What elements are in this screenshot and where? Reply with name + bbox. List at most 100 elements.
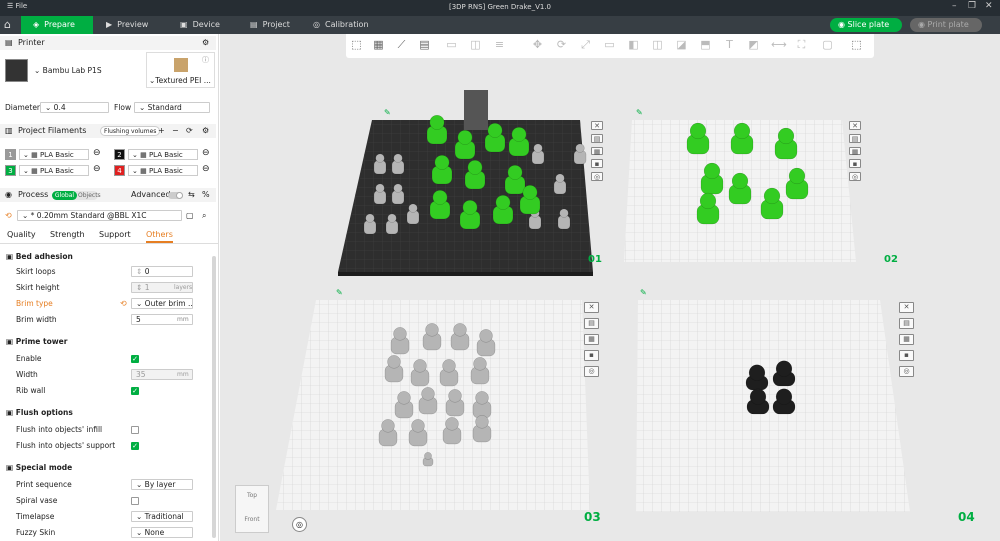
remove-filament-icon[interactable]: ⊖ xyxy=(93,148,101,158)
filament-select[interactable]: ⌄ ▦ PLA Basic xyxy=(19,149,89,160)
edit-plate-icon[interactable]: ✎ xyxy=(640,288,647,297)
flush-support-checkbox[interactable]: ✓ xyxy=(131,442,139,450)
plate-settings-icon[interactable]: ▤ xyxy=(899,318,914,329)
model-object[interactable] xyxy=(385,213,399,235)
tab-calibration[interactable]: ◎ Calibration xyxy=(313,16,369,34)
tab-project[interactable]: ▤ Project xyxy=(250,16,290,34)
prime-tower-enable-checkbox[interactable]: ✓ xyxy=(131,355,139,363)
close-plate-icon[interactable]: ✕ xyxy=(849,121,861,130)
model-object[interactable] xyxy=(426,114,448,145)
fuzzy-skin-select[interactable]: ⌄ None xyxy=(131,527,193,538)
close-plate-icon[interactable]: ✕ xyxy=(584,302,599,313)
arrange-icon[interactable]: ▦ xyxy=(849,146,861,156)
restore-icon[interactable]: ❐ xyxy=(968,1,976,11)
model-object[interactable] xyxy=(531,143,545,165)
model-object[interactable] xyxy=(373,183,387,205)
remove-filament-icon[interactable]: ⊖ xyxy=(93,164,101,174)
tab-others[interactable]: Others xyxy=(146,230,173,243)
filament-item[interactable]: 2 ⌄ ▦ PLA Basic ⊖ xyxy=(114,148,214,161)
lock-icon[interactable]: ▪ xyxy=(584,350,599,361)
view-cube[interactable]: Top Front xyxy=(235,485,269,533)
model-object[interactable] xyxy=(553,173,567,195)
edit-plate-icon[interactable]: ✎ xyxy=(336,288,343,297)
process-preset-select[interactable]: ⌄ * 0.20mm Standard @BBL X1C xyxy=(17,210,182,221)
rib-wall-checkbox[interactable]: ✓ xyxy=(131,387,139,395)
reset-icon[interactable]: ⟲ xyxy=(5,211,12,220)
model-object[interactable] xyxy=(373,153,387,175)
model-object[interactable] xyxy=(557,208,571,230)
tab-preview[interactable]: ▶ Preview xyxy=(106,16,148,34)
filament-item[interactable]: 4 ⌄ ▦ PLA Basic ⊖ xyxy=(114,164,214,177)
compare-icon[interactable]: % xyxy=(202,188,210,202)
plate-selector[interactable]: ⓘ ⌄Textured PEI ... xyxy=(146,52,215,88)
printer-name[interactable]: ⌄ Bambu Lab P1S xyxy=(34,66,102,76)
brim-type-select[interactable]: ⌄ Outer brim ... xyxy=(131,298,193,309)
filament-item[interactable]: 1 ⌄ ▦ PLA Basic ⊖ xyxy=(5,148,105,161)
flush-infill-checkbox[interactable] xyxy=(131,426,139,434)
save-icon[interactable]: ▢ xyxy=(186,211,194,220)
global-objects-toggle[interactable]: Global Objects xyxy=(52,191,101,200)
lock-icon[interactable]: ▪ xyxy=(591,159,603,168)
add-icon[interactable]: + xyxy=(158,124,165,138)
tab-support[interactable]: Support xyxy=(99,230,131,239)
model-object[interactable] xyxy=(406,203,420,225)
prime-tower[interactable] xyxy=(464,90,488,130)
3d-viewport[interactable]: ⬚ ▦ ⟋ ▤ ▭ ◫ ≡ ✥ ⟳ ⤢ ▭ ◧ ◫ ◪ ⬒ T ◩ ⟷ ⛶ ▢ … xyxy=(220,34,1000,541)
remove-filament-icon[interactable]: ⊖ xyxy=(202,148,210,158)
orient-icon[interactable]: ◎ xyxy=(849,172,861,181)
filament-select[interactable]: ⌄ ▦ PLA Basic xyxy=(128,149,198,160)
timelapse-select[interactable]: ⌄ Traditional xyxy=(131,511,193,522)
copy-icon[interactable]: ⇆ xyxy=(188,188,195,202)
model-object[interactable] xyxy=(422,452,434,467)
tab-quality[interactable]: Quality xyxy=(7,230,36,239)
sync-icon[interactable]: ⟳ xyxy=(186,124,193,138)
orient-icon[interactable]: ◎ xyxy=(899,366,914,377)
print-plate-button[interactable]: ◉ Print plate xyxy=(910,18,982,32)
flushing-volumes-button[interactable]: Flushing volumes xyxy=(100,126,161,136)
flow-select[interactable]: ⌄ Standard xyxy=(134,102,210,113)
spiral-vase-checkbox[interactable] xyxy=(131,497,139,505)
advanced-toggle[interactable] xyxy=(168,192,183,199)
home-icon[interactable]: ⌂ xyxy=(4,16,11,34)
remove-icon[interactable]: − xyxy=(172,124,179,138)
gear-icon[interactable]: ⚙ xyxy=(202,36,209,50)
reset-icon[interactable]: ⟲ xyxy=(120,299,127,308)
model-object[interactable] xyxy=(573,143,587,165)
printer-thumbnail[interactable] xyxy=(5,59,28,82)
model-object[interactable] xyxy=(391,153,405,175)
orient-icon[interactable]: ◎ xyxy=(584,366,599,377)
close-icon[interactable]: ✕ xyxy=(985,1,993,11)
skirt-loops-input[interactable]: ⇕ 0 xyxy=(131,266,193,277)
tab-device[interactable]: ▣ Device xyxy=(180,16,220,34)
close-plate-icon[interactable]: ✕ xyxy=(591,121,603,130)
search-icon[interactable]: ⌕ xyxy=(202,211,206,221)
tab-prepare[interactable]: ◈ Prepare xyxy=(21,16,93,34)
slice-plate-button[interactable]: ◉ Slice plate xyxy=(830,18,902,32)
filament-select[interactable]: ⌄ ▦ PLA Basic xyxy=(19,165,89,176)
camera-icon[interactable]: ◎ xyxy=(292,517,307,532)
nozzle-diameter-select[interactable]: ⌄ 0.4 xyxy=(40,102,109,113)
arrange-icon[interactable]: ▦ xyxy=(584,334,599,345)
arrange-icon[interactable]: ▦ xyxy=(591,146,603,156)
filament-item[interactable]: 3 ⌄ ▦ PLA Basic ⊖ xyxy=(5,164,105,177)
edit-plate-icon[interactable]: ✎ xyxy=(636,108,643,117)
filament-select[interactable]: ⌄ ▦ PLA Basic xyxy=(128,165,198,176)
plate-settings-icon[interactable]: ▤ xyxy=(584,318,599,329)
lock-icon[interactable]: ▪ xyxy=(899,350,914,361)
info-icon[interactable]: ⓘ xyxy=(202,55,209,65)
orient-icon[interactable]: ◎ xyxy=(591,172,603,181)
plate-settings-icon[interactable]: ▤ xyxy=(591,133,603,143)
print-sequence-select[interactable]: ⌄ By layer xyxy=(131,479,193,490)
close-plate-icon[interactable]: ✕ xyxy=(899,302,914,313)
skirt-height-input[interactable]: ⇕ 1 layers xyxy=(131,282,193,293)
gear-icon[interactable]: ⚙ xyxy=(202,124,209,138)
arrange-icon[interactable]: ▦ xyxy=(899,334,914,345)
prime-width-input[interactable]: 35 mm xyxy=(131,369,193,380)
brim-width-input[interactable]: 5 mm xyxy=(131,314,193,325)
plates-canvas[interactable]: ✎ ✎ ✎ ✎ xyxy=(220,34,1000,541)
lock-icon[interactable]: ▪ xyxy=(849,159,861,168)
tab-strength[interactable]: Strength xyxy=(50,230,85,239)
edit-plate-icon[interactable]: ✎ xyxy=(384,108,391,117)
model-object[interactable] xyxy=(391,183,405,205)
plate-settings-icon[interactable]: ▤ xyxy=(849,133,861,143)
